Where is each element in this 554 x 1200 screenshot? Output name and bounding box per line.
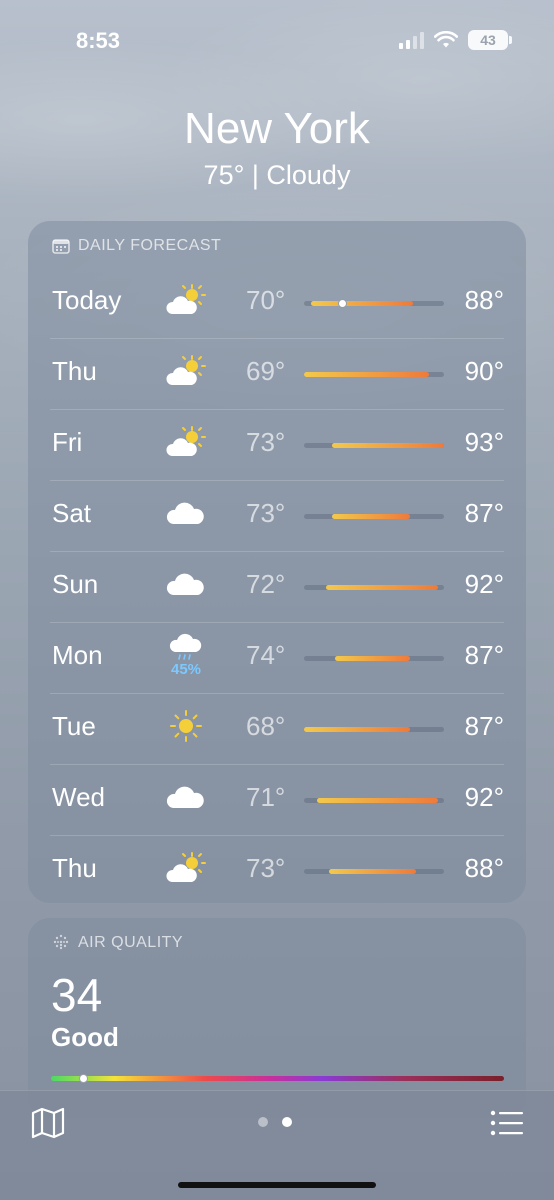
forecast-rows: Today 70° 88° Thu 69° 90° Fri 73° 93° Sat 73° 87° Su… — [28, 267, 526, 906]
temperature-range-bar — [304, 656, 444, 661]
temperature-range-fill — [326, 585, 439, 590]
current-temperature-dot — [337, 299, 347, 308]
forecast-row[interactable]: Sun 72° 92° — [28, 551, 526, 622]
forecast-day: Tue — [52, 711, 96, 741]
forecast-row[interactable]: Thu 73° 88° — [28, 835, 526, 906]
battery-indicator: 43 — [468, 30, 512, 50]
forecast-row[interactable]: Fri 73° 93° — [28, 409, 526, 480]
air-quality-label: Good — [51, 1022, 119, 1052]
wifi-icon — [434, 31, 458, 48]
forecast-high: 87° — [464, 498, 504, 528]
cloud-icon — [162, 490, 210, 536]
forecast-low: 73° — [246, 498, 286, 528]
air-quality-value: 34 — [51, 969, 103, 1021]
forecast-high: 88° — [464, 853, 504, 883]
daily-forecast-card[interactable]: DAILY FORECAST Today 70° 88° Thu 69° 90° Fri 73… — [28, 221, 526, 903]
calendar-icon — [52, 239, 70, 254]
temperature-range-bar — [304, 443, 444, 448]
partly-cloudy-icon — [162, 419, 210, 465]
current-conditions: 75° | Cloudy — [203, 160, 351, 190]
forecast-low: 71° — [246, 782, 286, 812]
air-quality-scale-bar — [51, 1074, 504, 1083]
temperature-range-bar — [304, 299, 444, 308]
page-dot[interactable] — [258, 1117, 268, 1127]
temperature-range-fill — [332, 514, 411, 519]
temperature-range-fill — [332, 443, 444, 448]
forecast-high: 90° — [464, 356, 504, 386]
cloud-icon — [162, 774, 210, 820]
sun-icon — [162, 703, 210, 749]
daily-forecast-title: DAILY FORECAST — [78, 237, 222, 254]
temperature-range-bar — [304, 727, 444, 732]
daily-forecast-header: DAILY FORECAST — [52, 237, 221, 255]
forecast-day: Wed — [52, 782, 105, 812]
forecast-high: 93° — [464, 427, 504, 457]
forecast-row[interactable]: Today 70° 88° — [28, 267, 526, 338]
forecast-row[interactable]: Mon 45% 74° 87° — [28, 622, 526, 693]
air-quality-indicator — [78, 1074, 88, 1083]
forecast-high: 88° — [464, 285, 504, 315]
temperature-range-bar — [304, 585, 444, 590]
status-time: 8:53 — [76, 28, 121, 53]
temperature-range-bar — [304, 514, 444, 519]
forecast-high: 87° — [464, 711, 504, 741]
city-name: New York — [184, 104, 370, 153]
forecast-day: Sat — [52, 498, 92, 528]
forecast-day: Fri — [52, 427, 83, 457]
forecast-low: 70° — [246, 285, 286, 315]
temperature-range-fill — [316, 798, 439, 803]
home-indicator — [178, 1182, 376, 1188]
air-quality-header: AIR QUALITY — [52, 934, 183, 952]
forecast-low: 68° — [246, 711, 286, 741]
temperature-range-fill — [329, 869, 416, 874]
temperature-range-bar — [304, 372, 444, 377]
temperature-range-fill — [304, 372, 429, 377]
air-quality-icon — [53, 934, 69, 950]
temperature-range-bar — [304, 798, 444, 803]
forecast-row[interactable]: Thu 69° 90° — [28, 338, 526, 409]
rain-cloud-icon: 45% — [162, 632, 210, 678]
air-quality-card[interactable]: AIR QUALITY 34 Good — [28, 918, 526, 1118]
forecast-row[interactable]: Sat 73° 87° — [28, 480, 526, 551]
forecast-day: Sun — [52, 569, 99, 599]
forecast-high: 92° — [464, 782, 504, 812]
forecast-day: Mon — [52, 640, 103, 670]
forecast-day: Thu — [52, 356, 97, 386]
temperature-range-bar — [304, 869, 444, 874]
partly-cloudy-icon — [162, 277, 210, 323]
forecast-day: Thu — [52, 853, 97, 883]
forecast-low: 74° — [246, 640, 286, 670]
air-quality-title: AIR QUALITY — [78, 934, 184, 951]
list-icon[interactable] — [490, 1109, 524, 1137]
forecast-low: 72° — [246, 569, 286, 599]
temperature-range-fill — [304, 727, 411, 732]
forecast-low: 73° — [246, 853, 286, 883]
temperature-range-fill — [311, 301, 414, 306]
cellular-signal-icon — [399, 31, 424, 49]
forecast-low: 69° — [246, 356, 286, 386]
forecast-row[interactable]: Tue 68° 87° — [28, 693, 526, 764]
status-icons: 43 — [399, 30, 512, 50]
forecast-high: 92° — [464, 569, 504, 599]
forecast-row[interactable]: Wed 71° 92° — [28, 764, 526, 835]
map-icon[interactable] — [30, 1107, 66, 1139]
status-bar: 8:53 43 — [0, 0, 554, 80]
forecast-high: 87° — [464, 640, 504, 670]
forecast-day: Today — [52, 285, 122, 315]
partly-cloudy-icon — [162, 845, 210, 891]
forecast-low: 73° — [246, 427, 286, 457]
page-indicator[interactable] — [258, 1117, 292, 1127]
page-dot-active[interactable] — [282, 1117, 292, 1127]
bottom-toolbar — [0, 1090, 554, 1200]
precipitation-chance: 45% — [170, 660, 202, 678]
cloud-icon — [162, 561, 210, 607]
partly-cloudy-icon — [162, 348, 210, 394]
temperature-range-fill — [334, 656, 411, 661]
